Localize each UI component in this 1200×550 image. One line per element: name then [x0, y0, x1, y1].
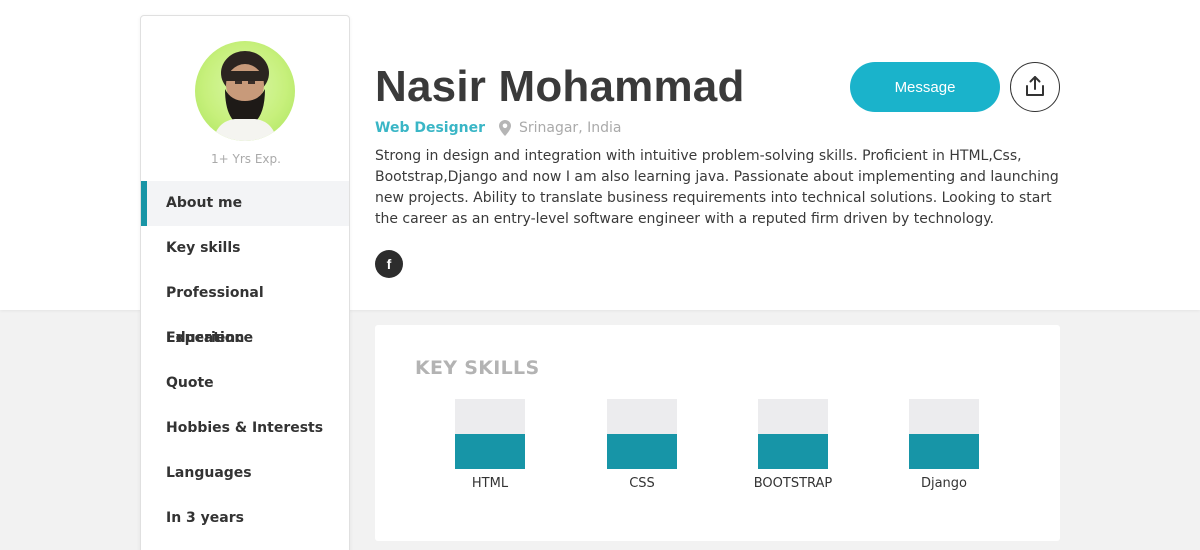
skill-bar-fill: [758, 434, 828, 469]
profile-sidebar: 1+ Yrs Exp. About me Key skills Professi…: [140, 15, 350, 550]
skill-bar: [909, 399, 979, 469]
sidebar-item-key-skills[interactable]: Key skills: [141, 226, 349, 271]
skill-label: HTML: [471, 476, 509, 491]
skill-item-html: HTML: [420, 399, 560, 491]
profile-name: Nasir Mohammad: [375, 62, 745, 111]
skill-item-django: Django: [874, 399, 1014, 491]
experience-label: 1+ Yrs Exp.: [211, 152, 281, 166]
skill-label: Django: [920, 476, 968, 491]
skill-bar: [758, 399, 828, 469]
sidebar-item-quote[interactable]: Quote: [141, 361, 349, 406]
message-button[interactable]: Message: [850, 62, 1000, 112]
skill-item-bootstrap: BOOTSTRAP: [723, 399, 863, 491]
skill-bar: [607, 399, 677, 469]
sidebar-item-hobbies-interests[interactable]: Hobbies & Interests: [141, 406, 349, 451]
skill-bar-fill: [607, 434, 677, 469]
sidebar-item-languages[interactable]: Languages: [141, 451, 349, 496]
profile-location: Srinagar, India: [518, 120, 622, 136]
share-icon: [1025, 75, 1045, 100]
share-button[interactable]: [1010, 62, 1060, 112]
profile-meta: Web Designer Srinagar, India: [375, 120, 621, 136]
location-pin-icon: [498, 120, 511, 136]
sidebar-menu: About me Key skills Professional Experie…: [141, 181, 349, 541]
facebook-icon[interactable]: f: [375, 250, 403, 278]
skill-bar-fill: [909, 434, 979, 469]
sidebar-item-in-3-years[interactable]: In 3 years: [141, 496, 349, 541]
skill-label: CSS: [629, 476, 655, 491]
sidebar-item-professional-experience[interactable]: Professional Experience: [141, 271, 349, 346]
profile-bio: Strong in design and integration with in…: [375, 148, 1059, 227]
sidebar-item-about-me[interactable]: About me: [141, 181, 349, 226]
avatar-photo: [213, 51, 277, 141]
key-skills-title: KEY SKILLS: [415, 357, 540, 379]
skill-bar-fill: [455, 434, 525, 469]
skill-label: BOOTSTRAP: [753, 476, 833, 491]
profile-role: Web Designer: [375, 120, 485, 136]
key-skills-card: KEY SKILLS HTML CSS BOOTSTRAP Django: [375, 325, 1060, 541]
avatar: [195, 41, 295, 141]
skill-item-css: CSS: [572, 399, 712, 491]
skill-bar: [455, 399, 525, 469]
